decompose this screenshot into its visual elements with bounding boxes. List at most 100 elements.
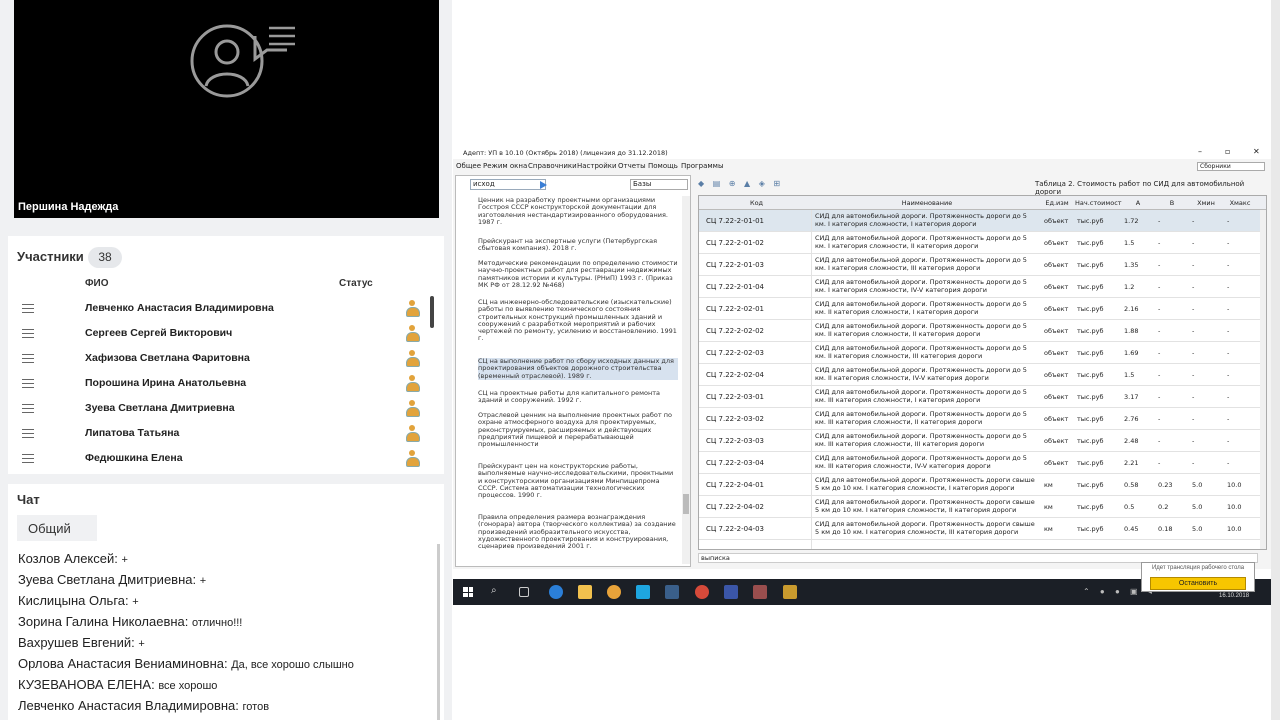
cell-code: СЦ 7.22-2-03-04 xyxy=(706,459,764,467)
cell-code: СЦ 7.22-2-02-04 xyxy=(706,371,764,379)
cell-unit: объект xyxy=(1044,217,1069,225)
user-icon xyxy=(405,350,420,367)
participant-row[interactable]: Хафизова Светлана Фаритовна xyxy=(8,347,428,372)
table-row[interactable]: СЦ 7.22-2-03-02 СИД для автомобильной дор… xyxy=(699,408,1260,430)
app-menubar: Общее Режим окна Справочники Настройки О… xyxy=(453,160,1271,172)
column-header[interactable]: Код xyxy=(704,199,809,207)
column-header[interactable]: Наименование xyxy=(815,199,1039,207)
firefox-icon[interactable] xyxy=(607,585,621,599)
tree-item[interactable]: Правила определения размера вознагражден… xyxy=(478,513,678,550)
windows-start-icon[interactable] xyxy=(463,587,473,597)
table-row[interactable]: СЦ 7.22-2-03-01 СИД для автомобильной дор… xyxy=(699,386,1260,408)
column-header-status: Статус xyxy=(339,278,373,289)
table-row[interactable]: СЦ 7.22-2-02-01 СИД для автомобильной дор… xyxy=(699,298,1260,320)
tree-item[interactable]: СЦ на инженерно-обследовательские (изыск… xyxy=(478,298,678,343)
menu-icon[interactable] xyxy=(22,354,34,363)
cell-xmax: - xyxy=(1227,415,1230,423)
column-header[interactable]: В xyxy=(1157,199,1187,207)
menu-icon[interactable] xyxy=(22,379,34,388)
table-row[interactable]: СЦ 7.22-2-02-03 СИД для автомобильной дор… xyxy=(699,342,1260,364)
table-row[interactable]: СЦ 7.22-2-02-04 СИД для автомобильной дор… xyxy=(699,364,1260,386)
app-icon[interactable] xyxy=(665,585,679,599)
chrome-icon[interactable] xyxy=(695,585,709,599)
table-title: Таблица 2. Стоимость работ по СИД для ав… xyxy=(1035,180,1245,196)
tree-item[interactable]: Ценник на разработку проектными организа… xyxy=(478,196,678,226)
table-row[interactable]: СЦ 7.22-2-03-04 СИД для автомобильной дор… xyxy=(699,452,1260,474)
cell-b: - xyxy=(1158,393,1161,401)
participants-scrollbar[interactable] xyxy=(430,296,434,328)
participant-row[interactable]: Левченко Анастасия Владимировна xyxy=(8,297,428,322)
chat-scrollbar[interactable] xyxy=(437,544,440,720)
table-row[interactable]: СЦ 7.22-2-04-03 СИД для автомобильной дор… xyxy=(699,518,1260,540)
search-icon[interactable]: ⌕ xyxy=(491,585,505,599)
participant-row[interactable]: Липатова Татьяна xyxy=(8,422,428,447)
table-row[interactable]: СЦ 7.22-2-02-02 СИД для автомобильной дор… xyxy=(699,320,1260,342)
participant-row[interactable]: Зуева Светлана Дмитриевна xyxy=(8,397,428,422)
table-row[interactable]: СЦ 7.22-2-03-03 СИД для автомобильной дор… xyxy=(699,430,1260,452)
table-scrollbar[interactable] xyxy=(1260,210,1266,549)
taskbar-clock[interactable]: 16.10.2018 xyxy=(1219,593,1249,599)
cell-code: СЦ 7.22-2-03-03 xyxy=(706,437,764,445)
table-row[interactable]: СЦ 7.22-2-01-02 СИД для автомобильной дор… xyxy=(699,232,1260,254)
base-filter-select[interactable]: Базы xyxy=(630,179,688,190)
cell-xmin: 5.0 xyxy=(1192,481,1203,489)
table-toolbar[interactable]: ◆ ▤ ⊕ ▲ ◈ ⊞ xyxy=(698,179,783,188)
column-header[interactable]: Хмин xyxy=(1191,199,1221,207)
tree-scrollbar[interactable] xyxy=(682,196,690,564)
video-tile[interactable]: Першина Надежда xyxy=(14,0,439,218)
menu-icon[interactable] xyxy=(22,304,34,313)
column-header[interactable]: Нач.стоимост xyxy=(1075,199,1122,207)
table-row[interactable]: СЦ 7.22-2-01-03 СИД для автомобильной дор… xyxy=(699,254,1260,276)
app-icon[interactable] xyxy=(783,585,797,599)
user-speech-icon xyxy=(190,24,295,98)
skype-icon[interactable] xyxy=(636,585,650,599)
edge-icon[interactable] xyxy=(549,585,563,599)
menu-item-help[interactable]: Помощь xyxy=(648,162,678,170)
tree-item[interactable]: Прейскурант на экспертные услуги (Петерб… xyxy=(478,237,678,253)
menu-icon[interactable] xyxy=(22,404,34,413)
cell-a: 1.35 xyxy=(1124,261,1139,269)
menu-item-window-mode[interactable]: Режим окна xyxy=(483,162,527,170)
menu-item-programs[interactable]: Программы xyxy=(681,162,724,170)
menu-icon[interactable] xyxy=(22,454,34,463)
menu-item-reports[interactable]: Отчеты xyxy=(618,162,646,170)
catalog-select[interactable]: Сборники xyxy=(1197,162,1265,171)
column-header[interactable]: Хмакс xyxy=(1225,199,1255,207)
maximize-icon[interactable]: ▫ xyxy=(1225,147,1230,156)
page-scrollbar[interactable] xyxy=(1271,0,1280,720)
cell-unit: объект xyxy=(1044,371,1069,379)
tree-item[interactable]: СЦ на проектные работы для капитального … xyxy=(478,389,678,405)
tree-item[interactable]: Прейскурант цен на конструкторские работ… xyxy=(478,462,678,499)
tree-item[interactable]: Отраслевой ценник на выполнение проектны… xyxy=(478,411,678,448)
participant-row[interactable]: Сергеев Сергей Викторович xyxy=(8,322,428,347)
participant-row[interactable]: Федюшкина Елена xyxy=(8,447,428,472)
table-row[interactable]: СЦ 7.22-2-04-01 СИД для автомобильной дор… xyxy=(699,474,1260,496)
scroll-thumb[interactable] xyxy=(683,494,689,514)
table-row[interactable]: СЦ 7.22-2-01-04 СИД для автомобильной дор… xyxy=(699,276,1260,298)
close-icon[interactable]: ✕ xyxy=(1253,147,1260,156)
menu-item-references[interactable]: Справочники xyxy=(528,162,577,170)
minimize-icon[interactable]: – xyxy=(1198,147,1202,156)
tree-search-input[interactable]: исход xyxy=(470,179,546,190)
cell-xmin: - xyxy=(1192,415,1195,423)
column-header[interactable]: А xyxy=(1123,199,1153,207)
menu-icon[interactable] xyxy=(22,429,34,438)
tree-item[interactable]: Методические рекомендации по определению… xyxy=(478,259,678,289)
tab-general[interactable]: Общий xyxy=(17,515,97,541)
participant-row[interactable]: Порошина Ирина Анатольевна xyxy=(8,372,428,397)
stop-sharing-button[interactable]: Остановить xyxy=(1150,577,1246,590)
tree-item-selected[interactable]: СЦ на выполнение работ по сбору исходных… xyxy=(478,357,678,380)
search-go-icon[interactable] xyxy=(540,181,547,189)
chat-message: Вахрушев Евгений: + xyxy=(18,635,145,650)
table-row[interactable]: СЦ 7.22-2-04-02 СИД для автомобильной дор… xyxy=(699,496,1260,518)
folder-icon[interactable] xyxy=(578,585,592,599)
table-row[interactable]: СЦ 7.22-2-01-01 СИД для автомобильной дор… xyxy=(699,210,1260,232)
adept-icon[interactable] xyxy=(753,585,767,599)
task-view-icon[interactable] xyxy=(519,587,529,597)
menu-item-settings[interactable]: Настройки xyxy=(577,162,617,170)
app-icon[interactable] xyxy=(724,585,738,599)
menu-icon[interactable] xyxy=(22,329,34,338)
column-header[interactable]: Ед.изм xyxy=(1042,199,1072,207)
cell-cost: тыс.руб xyxy=(1077,349,1104,357)
menu-item-general[interactable]: Общее xyxy=(456,162,481,170)
